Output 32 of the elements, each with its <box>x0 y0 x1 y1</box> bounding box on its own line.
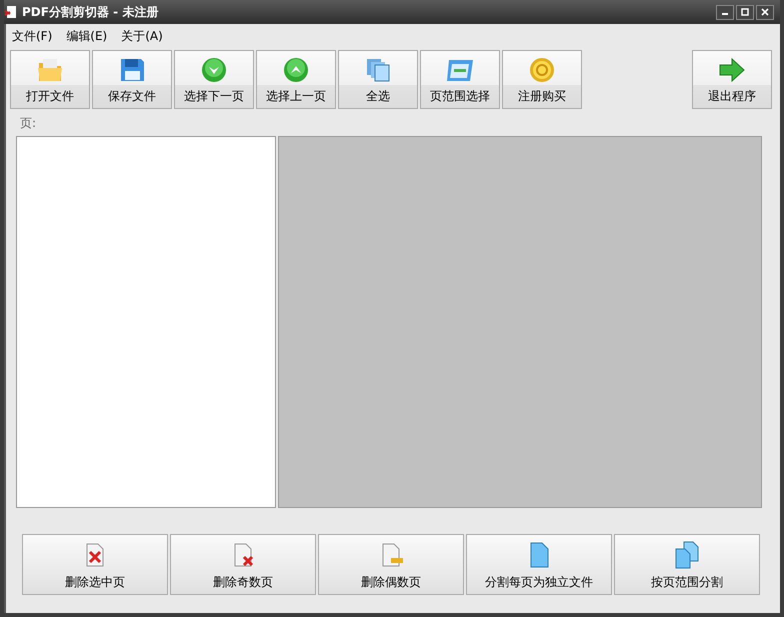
action-button[interactable]: 删除偶数页 <box>318 534 464 595</box>
coin-icon <box>529 57 555 83</box>
action-button[interactable]: 按页范围分割 <box>614 534 760 595</box>
pages-label: 页: <box>19 115 38 132</box>
app-icon <box>4 5 18 19</box>
down-arrow-circle-icon <box>201 57 227 83</box>
table-icon <box>445 57 475 83</box>
window-title: PDF分割剪切器 - 未注册 <box>22 4 158 20</box>
folder-icon <box>36 57 64 83</box>
maximize-icon <box>741 8 749 16</box>
maximize-button[interactable] <box>736 4 754 20</box>
up-arrow-circle-icon <box>283 57 309 83</box>
toolbar-button[interactable]: 打开文件 <box>10 50 90 109</box>
toolbar-button[interactable]: 注册购买 <box>502 50 582 109</box>
minimize-button[interactable] <box>716 4 734 20</box>
menu-item[interactable]: 关于(A) <box>121 28 163 45</box>
pages-icon <box>365 57 391 83</box>
toolbar-button[interactable]: 退出程序 <box>692 50 772 109</box>
action-button[interactable]: 删除选中页 <box>22 534 168 595</box>
documents-icon <box>673 541 701 569</box>
menu-item[interactable]: 编辑(E) <box>66 28 108 45</box>
toolbar-button[interactable]: 页范围选择 <box>420 50 500 109</box>
close-button[interactable] <box>756 4 774 20</box>
action-button[interactable]: 分割每页为独立文件 <box>466 534 612 595</box>
toolbar-button[interactable]: 选择上一页 <box>256 50 336 109</box>
toolbar-button[interactable]: 选择下一页 <box>174 50 254 109</box>
close-icon <box>761 8 769 16</box>
right-arrow-icon <box>717 57 747 83</box>
menu-item[interactable]: 文件(F) <box>12 28 52 45</box>
action-button[interactable]: 删除奇数页 <box>170 534 316 595</box>
toolbar-button[interactable]: 全选 <box>338 50 418 109</box>
toolbar-button[interactable]: 保存文件 <box>92 50 172 109</box>
